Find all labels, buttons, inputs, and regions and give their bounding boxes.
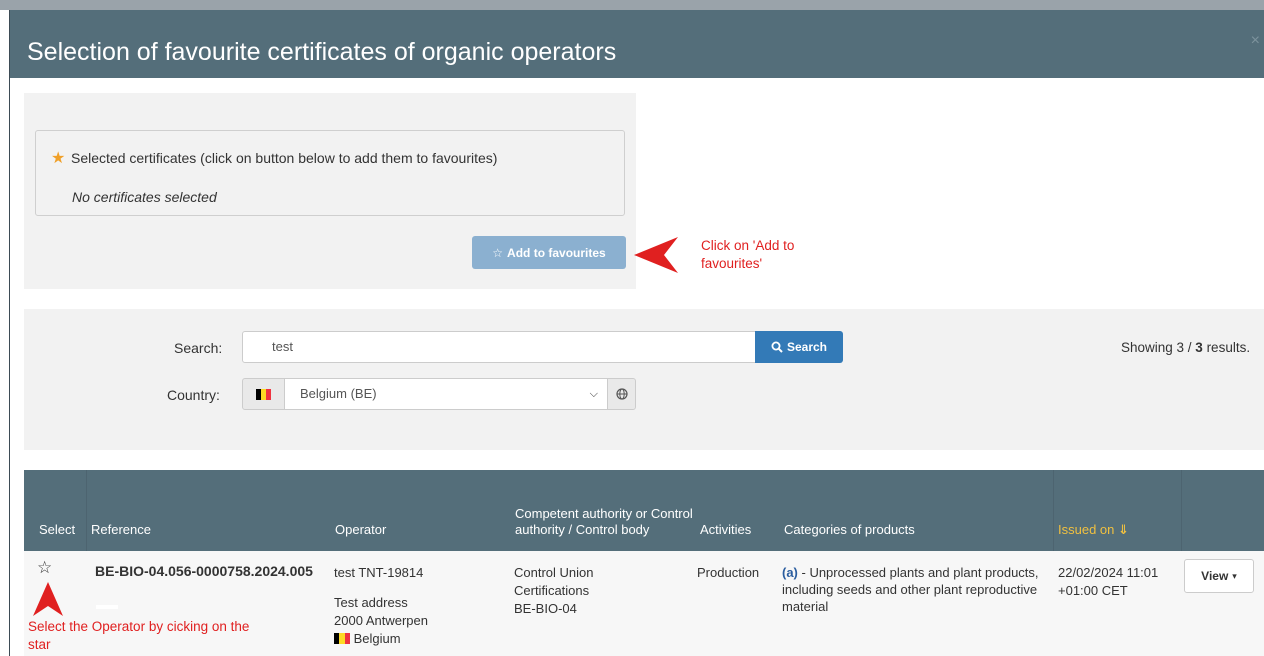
selected-certificates-box: ★ Selected certificates (click on button…	[35, 130, 625, 216]
row-authority-line2: Certifications	[514, 583, 590, 598]
row-category: (a) - Unprocessed plants and plant produ…	[782, 564, 1050, 615]
results-prefix: Showing 3 /	[1121, 340, 1196, 355]
annotation-arrow-up	[33, 582, 63, 616]
row-operator-city: 2000 Antwerpen	[334, 613, 428, 628]
row-operator-name: test TNT-19814	[334, 565, 424, 580]
modal-header: Selection of favourite certificates of o…	[10, 10, 1264, 78]
belgium-flag-icon	[334, 633, 350, 644]
results-total: 3	[1195, 340, 1203, 355]
search-label: Search:	[174, 340, 223, 356]
row-category-text: - Unprocessed plants and plant products,…	[782, 565, 1039, 614]
header-select: Select	[39, 522, 76, 537]
country-label: Country:	[167, 387, 220, 403]
sort-icon[interactable]: ⇓	[1118, 522, 1129, 537]
row-operator-country-label: Belgium	[353, 631, 401, 646]
view-button-label: View	[1201, 569, 1229, 583]
chevron-down-icon: ⌵	[589, 388, 598, 400]
header-categories[interactable]: Categories of products	[784, 522, 915, 538]
no-certificates-text: No certificates selected	[72, 189, 217, 205]
column-divider	[86, 470, 87, 551]
view-button[interactable]: View ▾	[1184, 559, 1254, 593]
header-issued-label: Issued on	[1058, 522, 1115, 537]
results-table-header: Select Reference Operator Competent auth…	[24, 470, 1264, 551]
row-issued-line1: 22/02/2024 11:01	[1058, 565, 1159, 580]
search-icon	[771, 341, 783, 353]
belgium-flag-icon	[255, 388, 272, 400]
modal-left-edge	[0, 10, 10, 656]
results-suffix: results.	[1202, 340, 1251, 355]
star-filled-icon: ★	[51, 150, 66, 167]
country-flag-addon	[242, 378, 285, 410]
selected-heading: Selected certificates (click on button b…	[71, 150, 498, 166]
row-category-code[interactable]: (a)	[782, 565, 798, 580]
column-divider	[1181, 470, 1182, 551]
star-outline-icon[interactable]: ☆	[37, 558, 52, 578]
annotation-star-hint: Select the Operator by cicking on the st…	[28, 619, 250, 652]
header-issued[interactable]: Issued on ⇓	[1058, 522, 1129, 538]
row-activity: Production	[697, 565, 760, 580]
header-reference[interactable]: Reference	[91, 522, 151, 538]
row-issued-line2: +01:00 CET	[1058, 583, 1128, 598]
caret-down-icon: ▾	[1232, 570, 1237, 581]
star-outline-icon: ☆	[492, 245, 504, 260]
globe-icon	[615, 388, 628, 400]
annotation-add-hint: Click on 'Add to favourites'	[701, 238, 795, 271]
header-operator[interactable]: Operator	[335, 522, 386, 538]
search-button-label: Search	[786, 340, 828, 354]
header-activities[interactable]: Activities	[700, 522, 751, 538]
close-icon[interactable]: ×	[1251, 32, 1260, 50]
results-count: Showing 3 / 3 results.	[1121, 340, 1250, 355]
search-input[interactable]: test	[242, 331, 756, 363]
row-highlight-bar	[96, 605, 118, 609]
annotation-arrow-left	[634, 237, 678, 273]
header-authority[interactable]: Competent authority or Control authority…	[515, 506, 695, 538]
row-authority-line3: BE-BIO-04	[514, 601, 577, 616]
globe-button[interactable]	[607, 378, 636, 410]
top-strip	[0, 0, 1264, 10]
row-operator-address: Test address	[334, 595, 408, 610]
column-divider	[1053, 470, 1054, 551]
country-select[interactable]: Belgium (BE) ⌵	[284, 378, 608, 410]
row-operator-country: Belgium	[334, 630, 401, 647]
row-authority-line1: Control Union	[514, 565, 594, 580]
row-reference: BE-BIO-04.056-0000758.2024.005	[95, 563, 313, 579]
country-selected-value: Belgium (BE)	[300, 386, 377, 401]
add-to-favourites-label: Add to favourites	[507, 245, 606, 260]
modal-title: Selection of favourite certificates of o…	[27, 38, 617, 66]
search-button[interactable]: Search	[755, 331, 843, 363]
add-to-favourites-button[interactable]: ☆ Add to favourites	[472, 236, 626, 269]
